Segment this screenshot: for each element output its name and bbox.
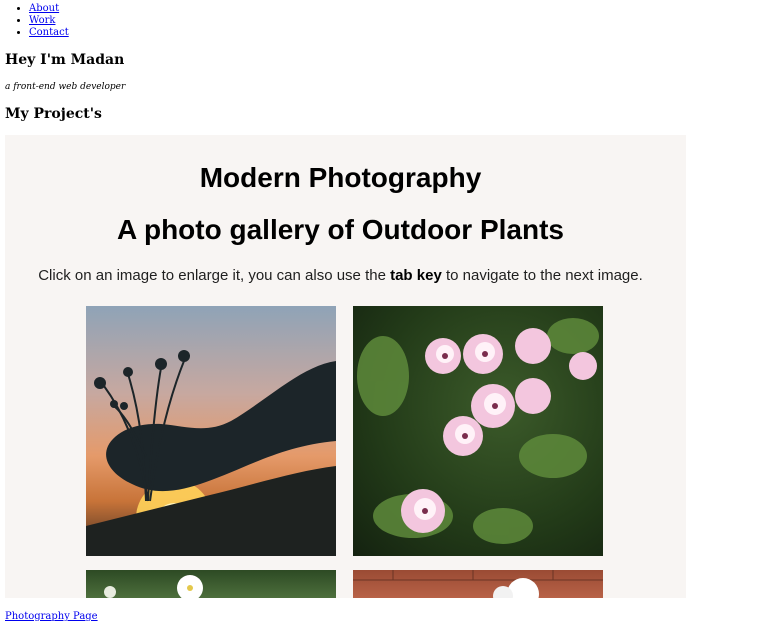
projects-heading: My Project's (5, 106, 102, 122)
preview-desc-bold: tab key (390, 267, 442, 284)
nav-item-about: About (29, 3, 69, 15)
gallery-image-pink-blossoms[interactable] (353, 306, 603, 556)
gallery-image-sunset-flowers[interactable] (86, 306, 336, 556)
preview-description: Click on an image to enlarge it, you can… (0, 267, 681, 284)
about-link[interactable]: About (29, 3, 59, 14)
white-flowers-illustration (104, 575, 203, 598)
preview-desc-part2: to navigate to the next image. (441, 267, 643, 284)
work-link[interactable]: Work (29, 15, 55, 26)
brick-wall-illustration (353, 570, 603, 598)
sunset-hand-illustration (86, 350, 336, 556)
preview-subtitle: A photo gallery of Outdoor Plants (117, 214, 564, 245)
site-nav: About Work Contact (0, 3, 69, 39)
pink-blossom-illustration (357, 318, 599, 544)
gallery-image-brick-wall-flowers[interactable] (353, 570, 603, 598)
nav-item-work: Work (29, 15, 69, 27)
intro-tagline: a front-end web developer (5, 82, 126, 92)
photography-page-link[interactable]: Photography Page (5, 611, 98, 622)
preview-title: Modern Photography (199, 162, 482, 193)
gallery-image-white-flowers[interactable] (86, 570, 336, 598)
contact-link[interactable]: Contact (29, 27, 69, 38)
intro-heading: Hey I'm Madan (5, 52, 125, 68)
preview-desc-part1: Click on an image to enlarge it, you can… (38, 267, 391, 284)
nav-item-contact: Contact (29, 27, 69, 39)
